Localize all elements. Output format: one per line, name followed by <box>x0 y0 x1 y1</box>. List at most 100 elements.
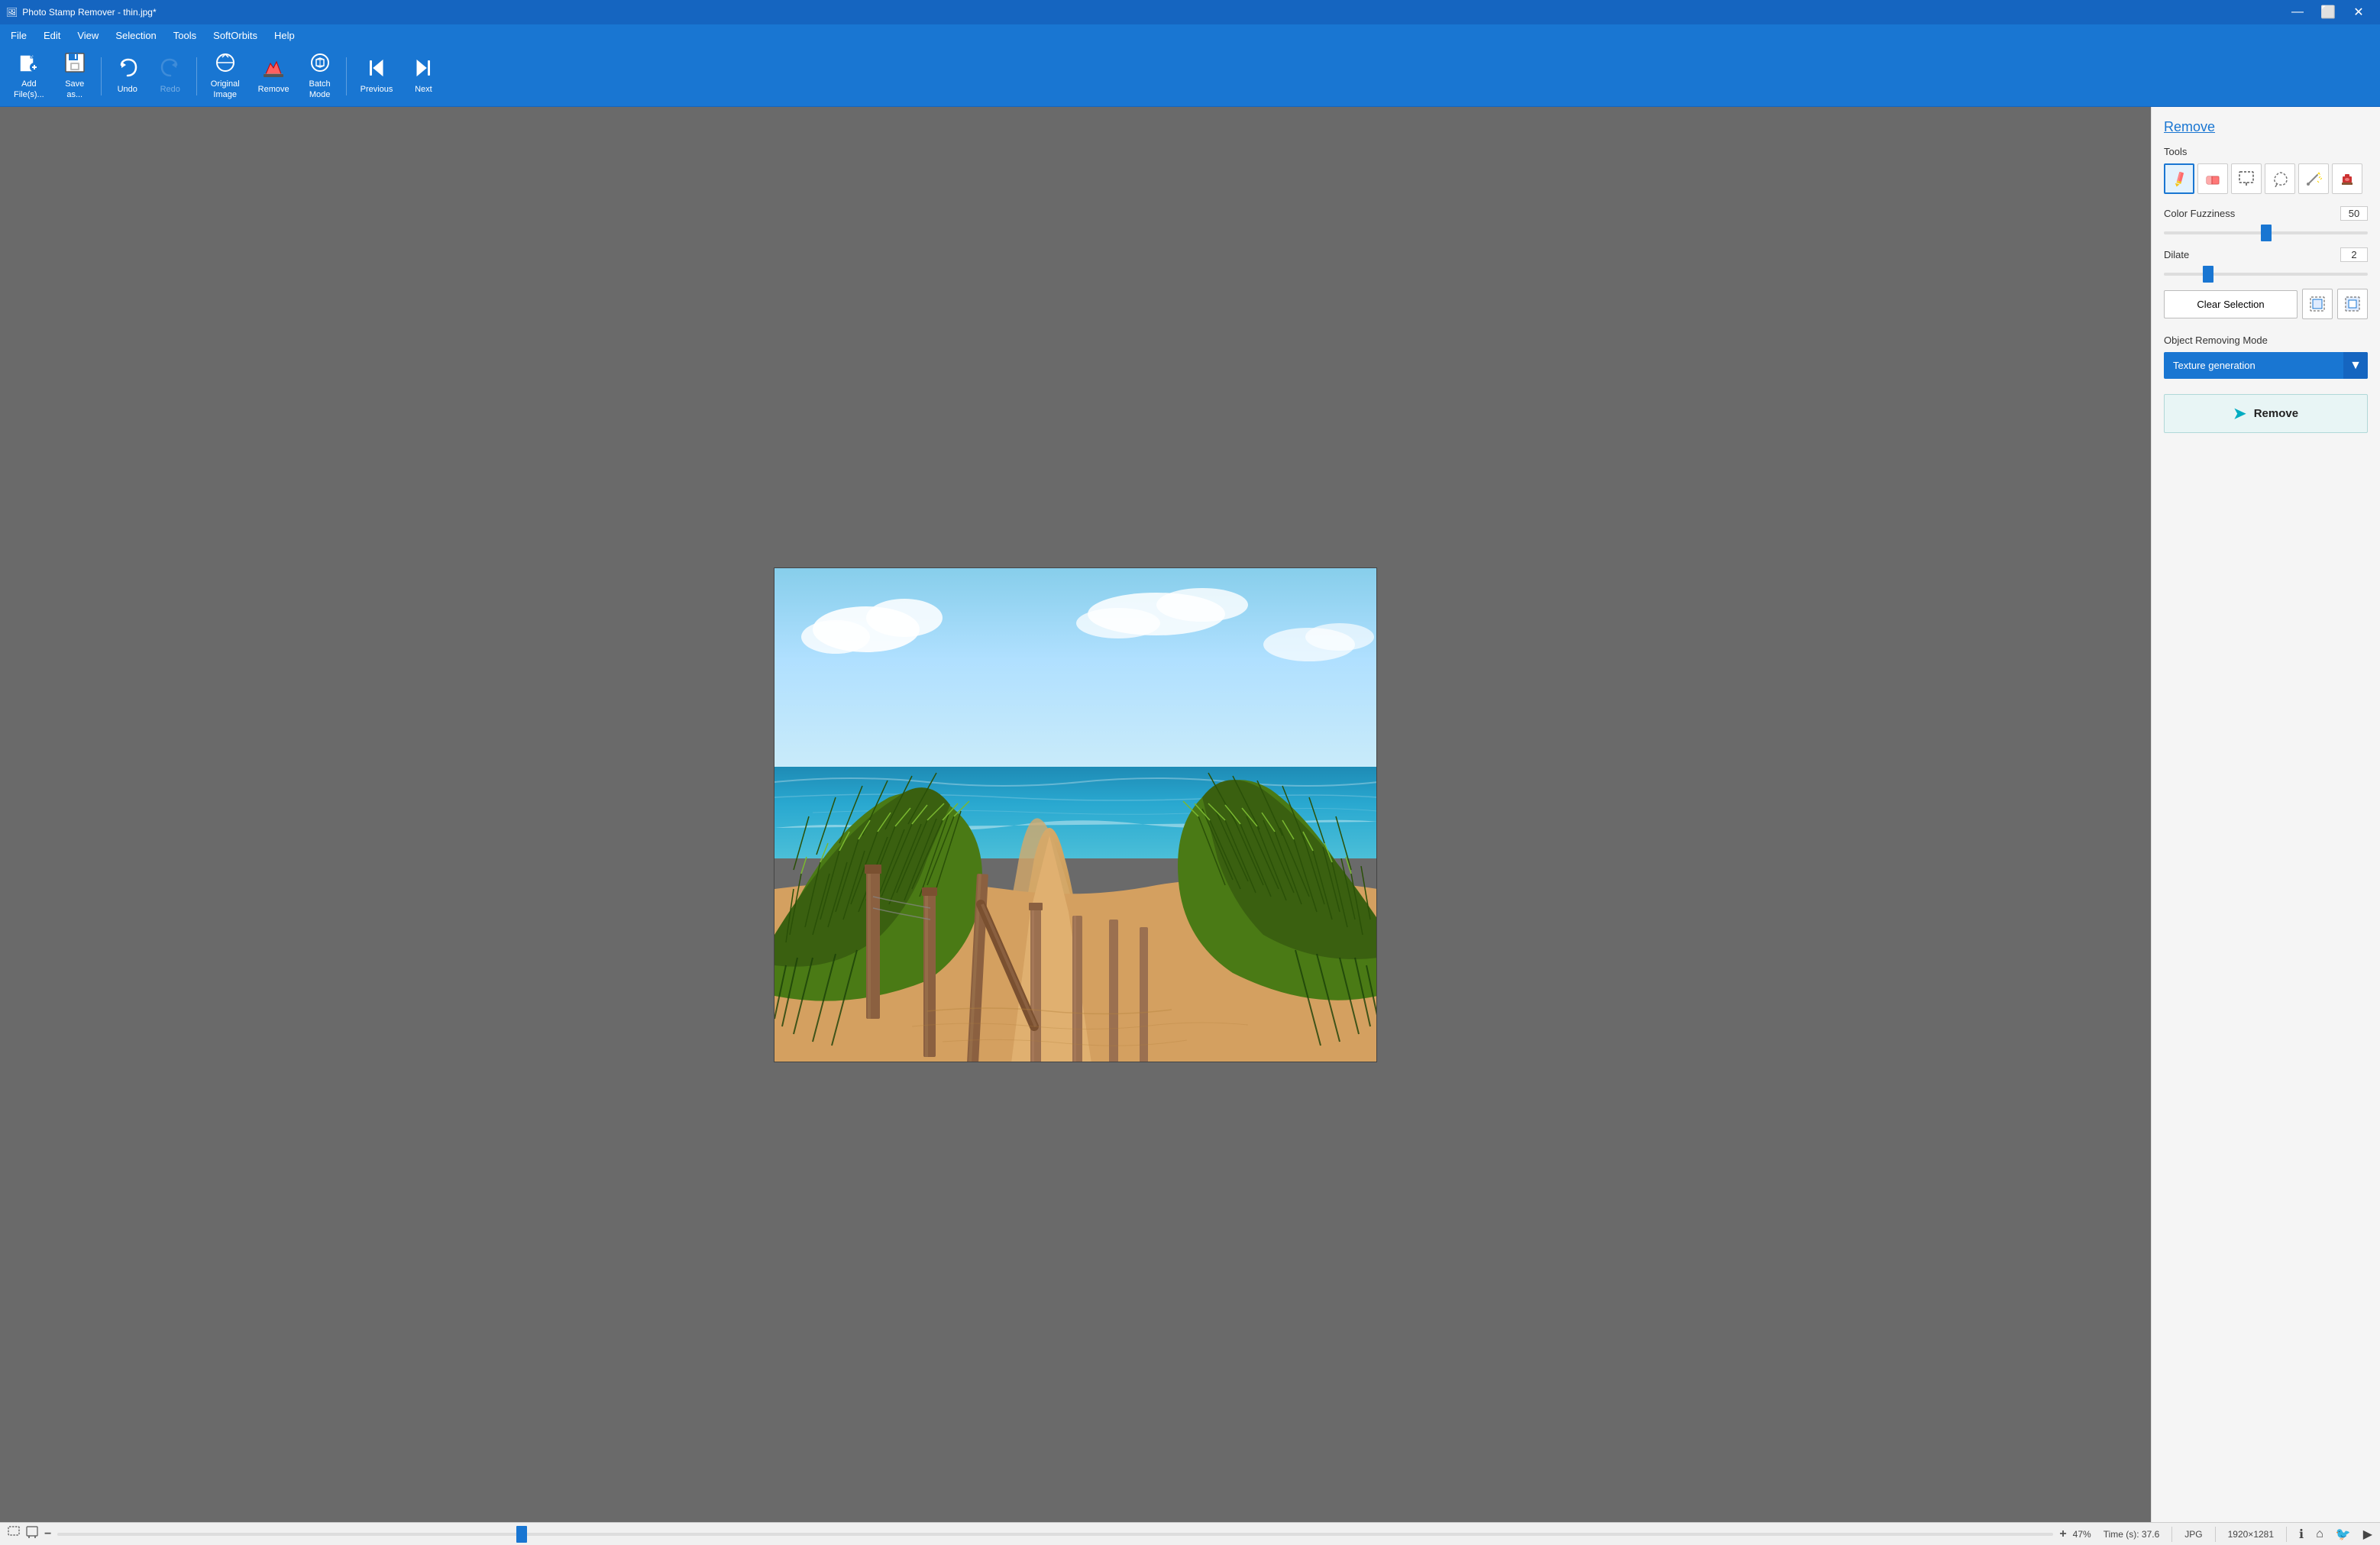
previous-icon <box>366 57 387 82</box>
menu-edit[interactable]: Edit <box>36 27 68 44</box>
zoom-plus[interactable]: + <box>2059 1527 2066 1541</box>
toolbar: AddFile(s)... Saveas... Undo <box>0 46 2380 107</box>
batch-mode-button[interactable]: BatchMode <box>300 50 340 103</box>
invert-selection-button[interactable] <box>2337 289 2368 319</box>
dilate-header: Dilate 2 <box>2164 247 2368 262</box>
image-container[interactable] <box>774 567 1377 1062</box>
main-area: Remove Tools <box>0 107 2380 1522</box>
eraser-icon <box>2204 170 2221 187</box>
social-icon-2[interactable]: ▶ <box>2363 1527 2372 1542</box>
previous-label: Previous <box>361 85 393 95</box>
social-icon-1[interactable]: 🐦 <box>2336 1527 2351 1542</box>
original-image-button[interactable]: OriginalImage <box>203 50 247 103</box>
original-image-icon <box>215 52 236 76</box>
pencil-tool-button[interactable] <box>2164 163 2194 194</box>
menu-softorbits[interactable]: SoftOrbits <box>205 27 265 44</box>
remove-tool-button[interactable]: Remove <box>251 50 297 103</box>
undo-button[interactable]: Undo <box>108 50 147 103</box>
next-button[interactable]: Next <box>403 50 443 103</box>
previous-button[interactable]: Previous <box>353 50 401 103</box>
rect-select-button[interactable] <box>2231 163 2262 194</box>
lasso-icon <box>2272 170 2288 187</box>
mode-select-wrapper: Texture generation Content-aware fill Sm… <box>2164 352 2368 379</box>
clear-selection-button[interactable]: Clear Selection <box>2164 290 2298 318</box>
next-label: Next <box>415 85 432 95</box>
lasso-button[interactable] <box>2265 163 2295 194</box>
image-dimensions: 1920×1281 <box>2228 1529 2274 1540</box>
menubar: File Edit View Selection Tools SoftOrbit… <box>0 24 2380 46</box>
select-all-button[interactable] <box>2302 289 2333 319</box>
statusbar-icon-select[interactable] <box>8 1526 20 1542</box>
menu-tools[interactable]: Tools <box>166 27 204 44</box>
home-icon[interactable]: ⌂ <box>2316 1527 2323 1541</box>
magic-wand-button[interactable] <box>2298 163 2329 194</box>
color-fuzziness-row: Color Fuzziness 50 <box>2164 206 2368 237</box>
statusbar-divider-3 <box>2286 1527 2287 1542</box>
statusbar-right: Time (s): 37.6 JPG 1920×1281 ℹ ⌂ 🐦 ▶ <box>2104 1527 2372 1542</box>
save-as-button[interactable]: Saveas... <box>55 50 95 103</box>
remove-button-label: Remove <box>2254 407 2298 420</box>
zoom-slider[interactable] <box>57 1533 2053 1536</box>
save-as-icon <box>64 52 86 76</box>
dilate-label: Dilate <box>2164 249 2189 260</box>
color-fuzziness-slider[interactable] <box>2164 231 2368 234</box>
minimize-button[interactable]: — <box>2282 0 2313 24</box>
stamp-tool-button[interactable] <box>2332 163 2362 194</box>
maximize-button[interactable]: ⬜ <box>2313 0 2343 24</box>
toolbar-separator-1 <box>101 57 102 95</box>
titlebar: 🖼 Photo Stamp Remover - thin.jpg* — ⬜ ✕ <box>0 0 2380 24</box>
titlebar-left: 🖼 Photo Stamp Remover - thin.jpg* <box>6 7 157 18</box>
time-label: Time (s): 37.6 <box>2104 1529 2160 1540</box>
zoom-minus[interactable]: − <box>44 1527 51 1541</box>
statusbar: − + 47% Time (s): 37.6 JPG 1920×1281 ℹ ⌂… <box>0 1522 2380 1545</box>
clear-selection-row: Clear Selection <box>2164 289 2368 319</box>
info-icon[interactable]: ℹ <box>2299 1527 2304 1542</box>
titlebar-controls: — ⬜ ✕ <box>2282 0 2374 24</box>
redo-button[interactable]: Redo <box>150 50 190 103</box>
color-fuzziness-header: Color Fuzziness 50 <box>2164 206 2368 221</box>
eraser-tool-button[interactable] <box>2197 163 2228 194</box>
color-fuzziness-value: 50 <box>2340 206 2368 221</box>
statusbar-icon-cursor[interactable] <box>26 1526 38 1542</box>
zoom-percent: 47% <box>2073 1529 2091 1540</box>
batch-mode-label: BatchMode <box>309 79 331 99</box>
save-as-label: Saveas... <box>65 79 84 99</box>
statusbar-left: − + 47% <box>8 1526 2091 1542</box>
menu-file[interactable]: File <box>3 27 34 44</box>
invert-selection-icon <box>2344 296 2361 312</box>
toolbar-separator-2 <box>196 57 197 95</box>
undo-label: Undo <box>118 85 137 95</box>
dilate-row: Dilate 2 <box>2164 247 2368 278</box>
tools-row <box>2164 163 2368 194</box>
mode-select[interactable]: Texture generation Content-aware fill Sm… <box>2164 352 2368 379</box>
next-icon <box>412 57 434 82</box>
menu-selection[interactable]: Selection <box>108 27 163 44</box>
remove-tool-icon <box>263 57 284 82</box>
remove-button[interactable]: ➤ Remove <box>2164 394 2368 433</box>
dilate-slider[interactable] <box>2164 273 2368 276</box>
menu-help[interactable]: Help <box>267 27 302 44</box>
color-fuzziness-label: Color Fuzziness <box>2164 208 2235 219</box>
add-files-icon <box>18 52 40 76</box>
add-files-button[interactable]: AddFile(s)... <box>6 50 52 103</box>
magic-wand-icon <box>2305 170 2322 187</box>
select-all-icon <box>2309 296 2326 312</box>
remove-arrow-icon: ➤ <box>2233 404 2246 423</box>
panel-title: Remove <box>2164 119 2368 135</box>
menu-view[interactable]: View <box>70 27 106 44</box>
statusbar-divider-1 <box>2171 1527 2172 1542</box>
close-button[interactable]: ✕ <box>2343 0 2374 24</box>
redo-icon <box>160 57 181 82</box>
add-files-label: AddFile(s)... <box>14 79 44 99</box>
right-panel: Remove Tools <box>2151 107 2380 1522</box>
rect-select-icon <box>2238 170 2255 187</box>
canvas-area[interactable] <box>0 107 2151 1522</box>
object-removing-mode-label: Object Removing Mode <box>2164 335 2368 346</box>
toolbar-separator-3 <box>346 57 347 95</box>
undo-icon <box>117 57 138 82</box>
stamp-tool-icon <box>2339 170 2356 187</box>
window-title: Photo Stamp Remover - thin.jpg* <box>22 7 156 18</box>
beach-image <box>774 568 1377 1062</box>
original-image-label: OriginalImage <box>211 79 240 99</box>
redo-label: Redo <box>160 85 180 95</box>
